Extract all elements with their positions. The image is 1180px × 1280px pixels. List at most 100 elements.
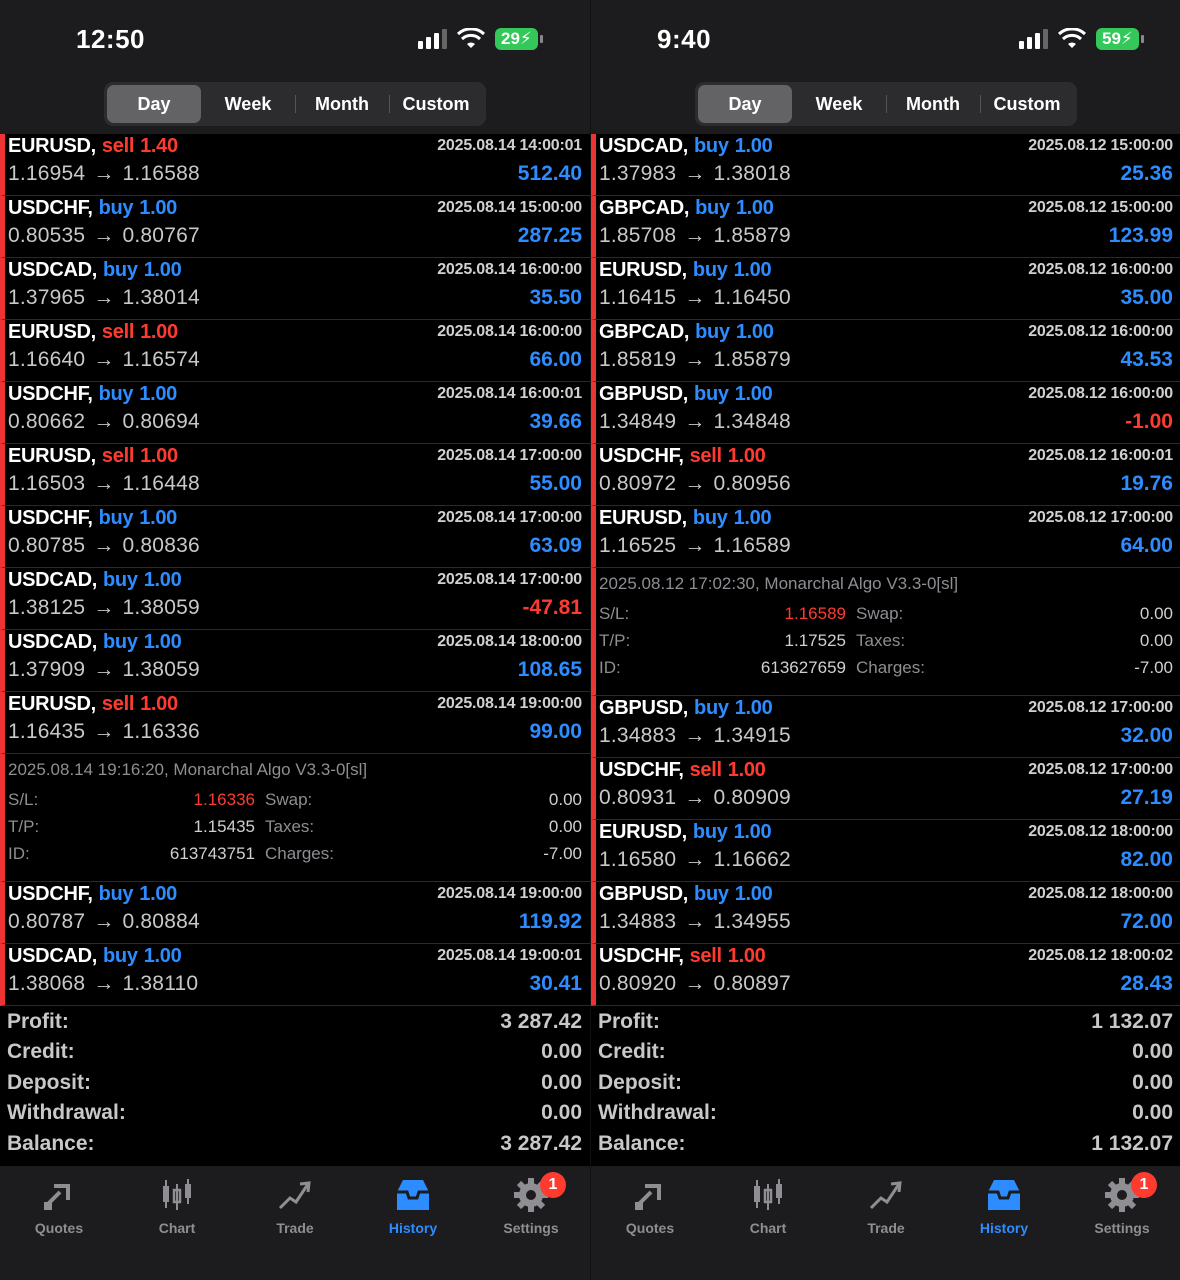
deal-open-price: 1.16435 [8, 720, 86, 743]
deal-row[interactable]: EURUSD, buy 1.00 2025.08.12 17:00:00 1.16525… [591, 506, 1180, 568]
history-icon [394, 1176, 432, 1220]
deal-close-price: 1.16574 [122, 348, 200, 371]
deal-row[interactable]: USDCAD, buy 1.00 2025.08.14 16:00:00 1.37965… [0, 258, 590, 320]
deal-prices: 0.80931 → 0.80909 [599, 786, 791, 810]
tab-bar-settings[interactable]: Settings 1 [472, 1166, 590, 1280]
deal-volume: 1.00 [143, 631, 182, 653]
tab-bar-quotes[interactable]: Quotes [0, 1166, 118, 1280]
deal-prices: 1.34883 → 1.34915 [599, 724, 791, 748]
cellular-signal-icon [418, 29, 447, 49]
deal-volume: 1.00 [733, 507, 772, 529]
deal-row[interactable]: USDCHF, sell 1.00 2025.08.12 17:00:00 0.8093… [591, 758, 1180, 820]
tab-bar-settings[interactable]: Settings 1 [1063, 1166, 1180, 1280]
deal-close-price: 1.34848 [713, 410, 791, 433]
tab-bar-trade[interactable]: Trade [236, 1166, 354, 1280]
deal-row[interactable]: GBPUSD, buy 1.00 2025.08.12 16:00:00 1.34849… [591, 382, 1180, 444]
deal-row[interactable]: USDCHF, buy 1.00 2025.08.14 15:00:00 0.80535… [0, 196, 590, 258]
deal-prices: 1.34883 → 1.34955 [599, 910, 791, 934]
deal-row[interactable]: GBPUSD, buy 1.00 2025.08.12 17:00:00 1.34883… [591, 696, 1180, 758]
deal-row[interactable]: EURUSD, buy 1.00 2025.08.12 16:00:00 1.16415… [591, 258, 1180, 320]
deal-row[interactable]: GBPUSD, buy 1.00 2025.08.12 18:00:00 1.34883… [591, 882, 1180, 944]
deal-row[interactable]: EURUSD, sell 1.00 2025.08.14 16:00:00 1.1664… [0, 320, 590, 382]
tab-bar-label: Settings [503, 1220, 559, 1236]
deal-side: buy [103, 569, 138, 591]
deal-open-price: 1.38125 [8, 596, 86, 619]
deal-row[interactable]: USDCAD, buy 1.00 2025.08.14 19:00:01 1.38068… [0, 944, 590, 1006]
deal-profit: -1.00 [1125, 410, 1173, 433]
period-selector: Day Week Month Custom [104, 82, 486, 126]
deal-open-price: 1.16415 [599, 286, 677, 309]
deal-volume: 1.00 [143, 945, 182, 967]
deals-list: USDCAD, buy 1.00 2025.08.12 15:00:00 1.37983… [591, 134, 1180, 1006]
deal-row[interactable]: USDCAD, buy 1.00 2025.08.12 15:00:00 1.37983… [591, 134, 1180, 196]
deal-row[interactable]: USDCHF, buy 1.00 2025.08.14 19:00:00 0.80787… [0, 882, 590, 944]
deal-row[interactable]: USDCAD, buy 1.00 2025.08.14 18:00:00 1.37909… [0, 630, 590, 692]
deal-profit: 82.00 [1120, 848, 1173, 871]
arrow-icon: → [684, 472, 706, 495]
deal-title: GBPUSD, buy 1.00 [599, 883, 773, 906]
tab-day[interactable]: Day [107, 85, 201, 123]
tab-week[interactable]: Week [792, 85, 886, 123]
deal-row[interactable]: EURUSD, sell 1.00 2025.08.14 19:00:00 1.1643… [0, 692, 590, 754]
deal-symbol: GBPCAD, [599, 197, 690, 219]
deal-row[interactable]: EURUSD, sell 1.40 2025.08.14 14:00:01 1.1695… [0, 134, 590, 196]
deal-time: 2025.08.14 17:00:00 [437, 509, 582, 526]
tab-bar-chart[interactable]: Chart [118, 1166, 236, 1280]
tab-bar-quotes[interactable]: Quotes [591, 1166, 709, 1280]
deal-volume: 1.00 [735, 197, 774, 219]
tab-bar-label: Trade [276, 1220, 314, 1236]
deal-volume: 1.00 [140, 321, 178, 343]
tab-bar-chart[interactable]: Chart [709, 1166, 827, 1280]
id-label: ID: [599, 658, 621, 677]
deal-side: sell [101, 321, 135, 343]
deal-row[interactable]: USDCHF, buy 1.00 2025.08.14 17:00:00 0.80785… [0, 506, 590, 568]
charges-value: -7.00 [543, 844, 582, 863]
deal-row[interactable]: USDCAD, buy 1.00 2025.08.14 17:00:00 1.38125… [0, 568, 590, 630]
deal-time: 2025.08.12 16:00:00 [1028, 323, 1173, 340]
arrow-icon: → [684, 224, 706, 247]
deal-open-price: 1.85819 [599, 348, 677, 371]
deal-title: USDCAD, buy 1.00 [599, 135, 773, 158]
deal-row[interactable]: USDCHF, sell 1.00 2025.08.12 16:00:01 0.8097… [591, 444, 1180, 506]
tab-bar-history[interactable]: History [945, 1166, 1063, 1280]
deal-symbol: USDCHF, [599, 759, 684, 781]
arrow-icon: → [93, 286, 115, 309]
arrow-icon: → [93, 348, 115, 371]
charges-label: Charges: [856, 658, 925, 677]
sl-label: S/L: [8, 790, 39, 809]
deal-symbol: EURUSD, [8, 693, 96, 715]
deal-close-price: 1.16448 [122, 472, 200, 495]
deal-row[interactable]: USDCHF, sell 1.00 2025.08.12 18:00:02 0.8092… [591, 944, 1180, 1006]
detail-row: ID: 613627659 Charges: -7.00 [599, 658, 1173, 682]
deal-volume: 1.00 [139, 197, 177, 219]
tab-bar-history[interactable]: History [354, 1166, 472, 1280]
tab-bar-trade[interactable]: Trade [827, 1166, 945, 1280]
deal-prices: 1.85708 → 1.85879 [599, 224, 791, 248]
id-label: ID: [8, 844, 30, 863]
battery-icon: 59⚡ [1096, 28, 1144, 50]
deal-profit: 39.66 [529, 410, 582, 433]
deal-row[interactable]: EURUSD, buy 1.00 2025.08.12 18:00:00 1.16580… [591, 820, 1180, 882]
taxes-value: 0.00 [1139, 631, 1173, 650]
tab-custom[interactable]: Custom [389, 85, 483, 123]
deal-side: sell [101, 445, 135, 467]
deal-close-price: 1.16450 [713, 286, 791, 309]
deal-row[interactable]: USDCHF, buy 1.00 2025.08.14 16:00:01 0.80662… [0, 382, 590, 444]
deal-symbol: EURUSD, [8, 135, 96, 157]
tab-custom[interactable]: Custom [980, 85, 1074, 123]
deal-row[interactable]: GBPCAD, buy 1.00 2025.08.12 15:00:00 1.85708… [591, 196, 1180, 258]
tab-day[interactable]: Day [698, 85, 792, 123]
summary-value: 0.00 [1132, 1070, 1173, 1094]
deal-title: USDCHF, buy 1.00 [8, 197, 177, 220]
tab-month[interactable]: Month [886, 85, 980, 123]
swap-value: 0.00 [1139, 604, 1173, 623]
deal-title: GBPCAD, buy 1.00 [599, 321, 774, 344]
deal-title: EURUSD, sell 1.00 [8, 693, 178, 716]
deal-row[interactable]: GBPCAD, buy 1.00 2025.08.12 16:00:00 1.85819… [591, 320, 1180, 382]
tp-label: T/P: [8, 817, 40, 836]
deal-symbol: USDCHF, [8, 883, 93, 905]
tab-week[interactable]: Week [201, 85, 295, 123]
tab-month[interactable]: Month [295, 85, 389, 123]
deal-row[interactable]: EURUSD, sell 1.00 2025.08.14 17:00:00 1.1650… [0, 444, 590, 506]
arrow-icon: → [93, 910, 115, 933]
